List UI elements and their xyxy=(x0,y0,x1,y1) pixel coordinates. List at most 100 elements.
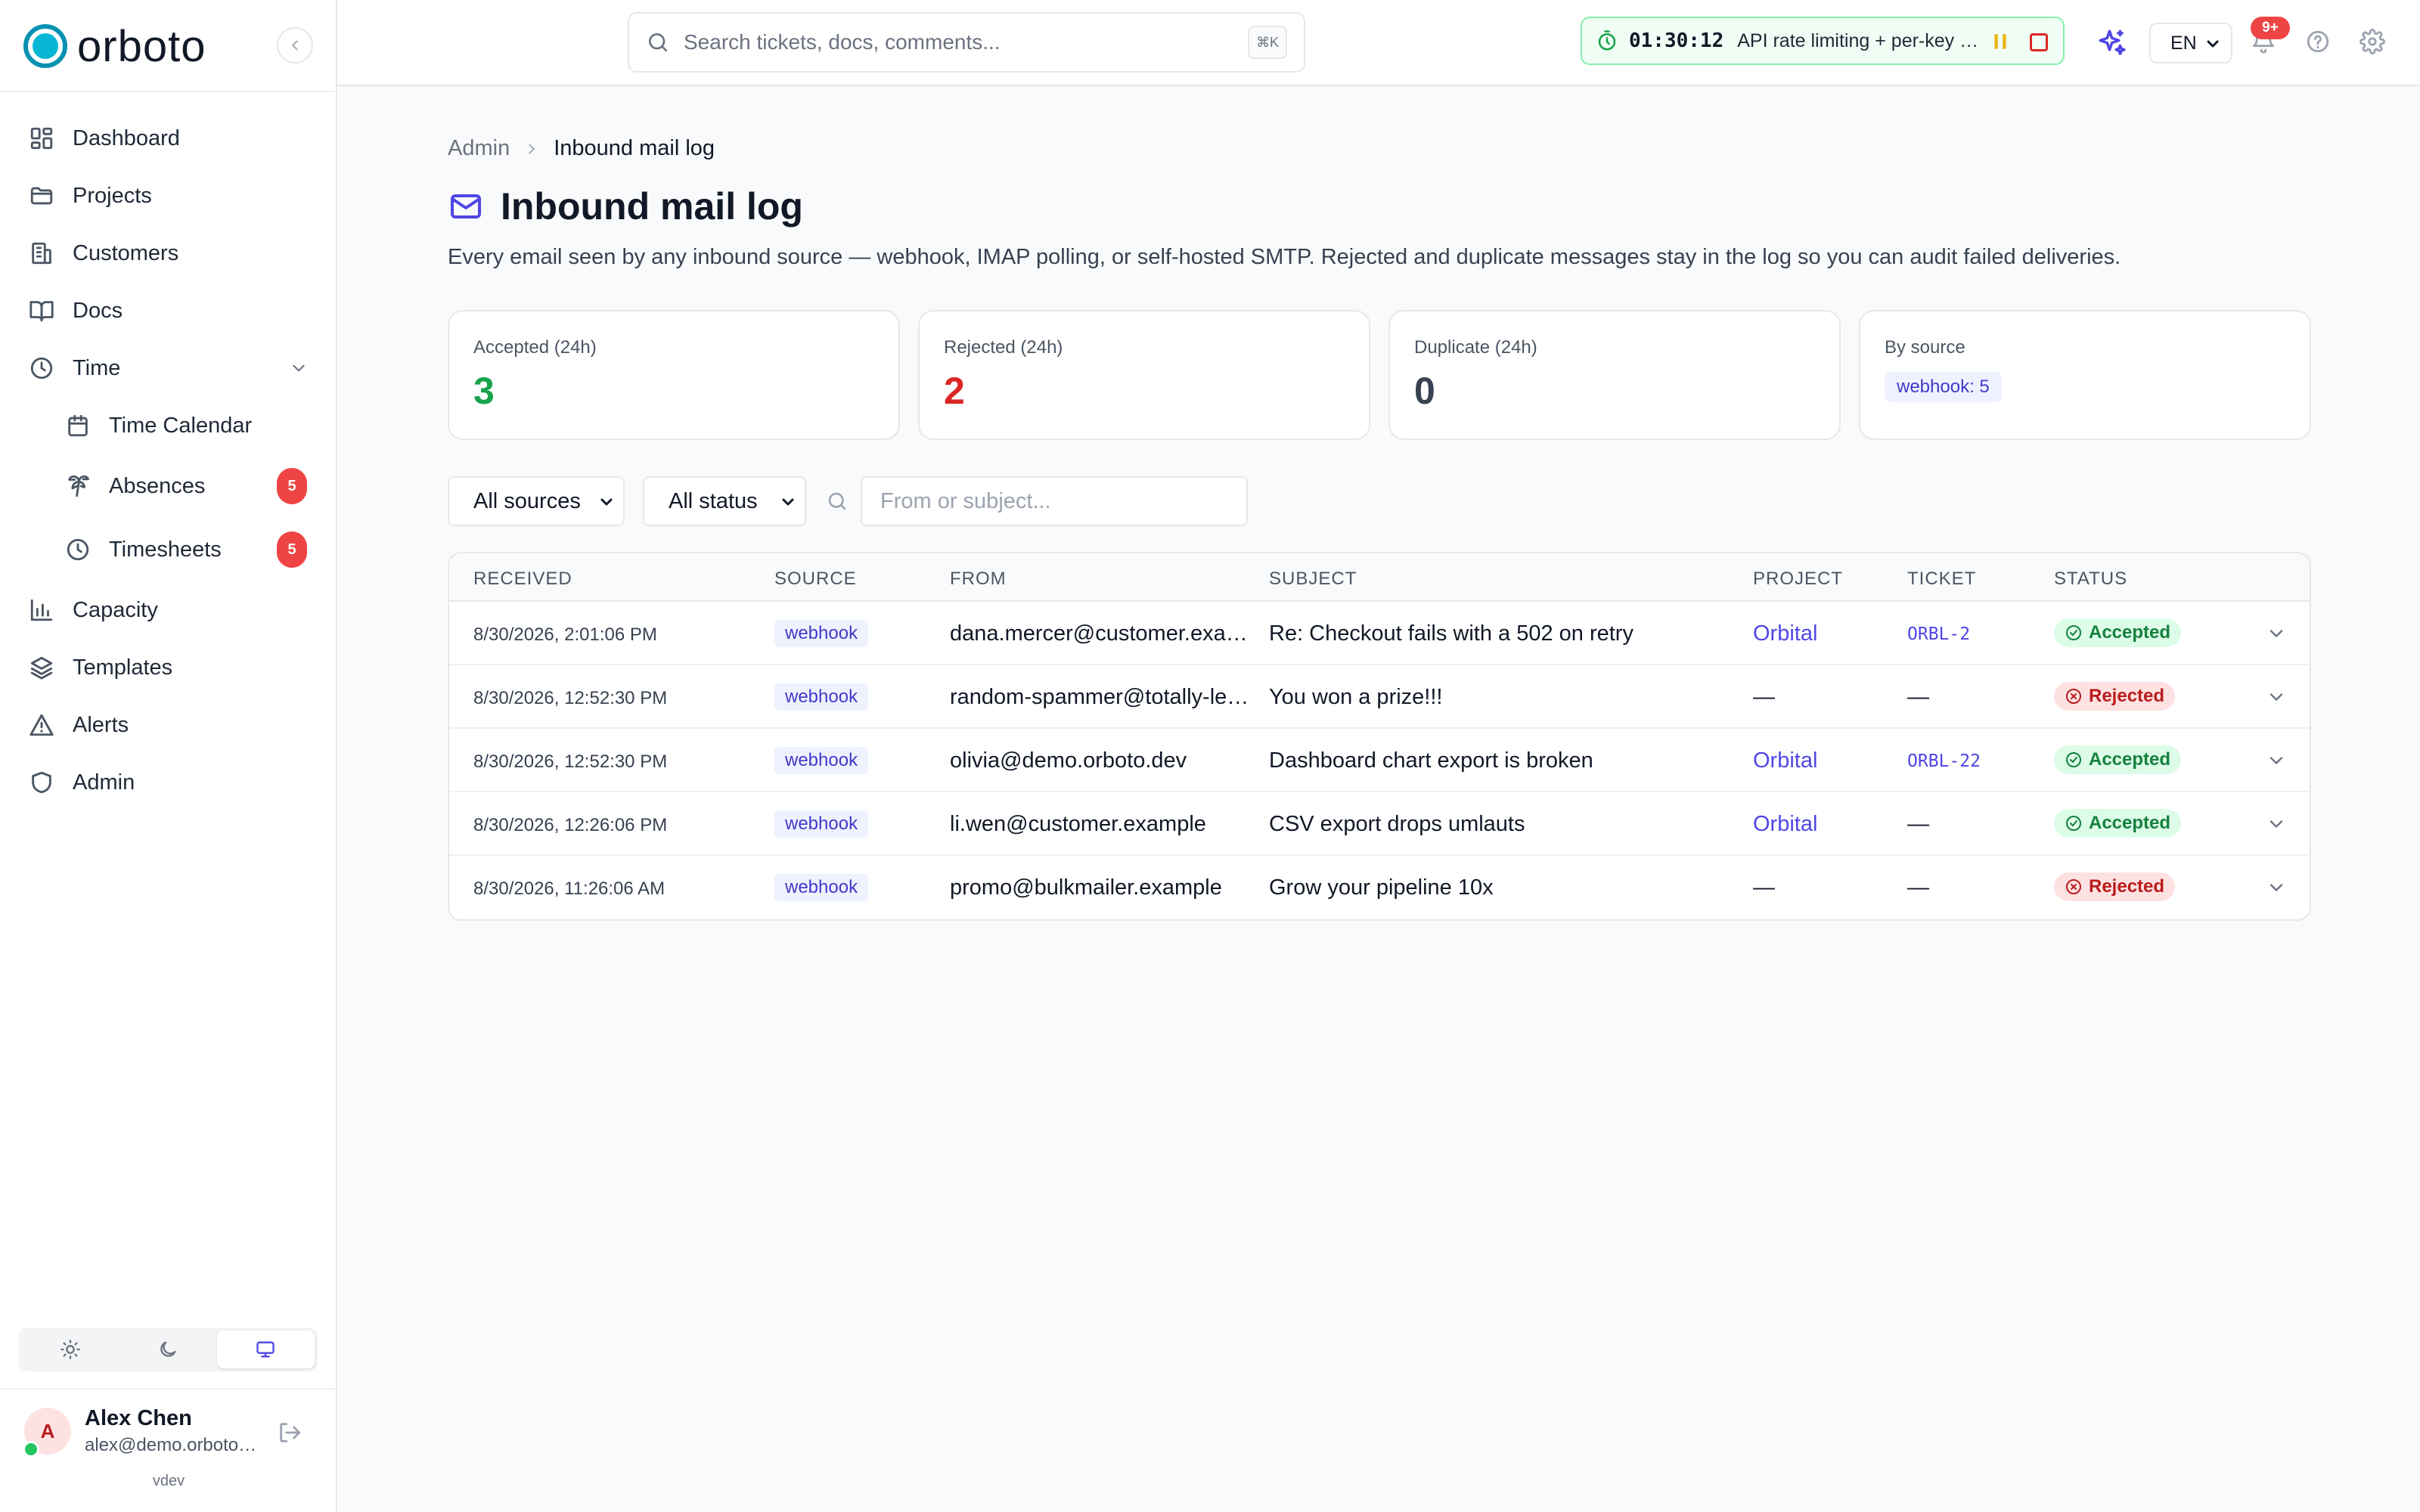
calendar-icon xyxy=(68,414,88,437)
column-header-from[interactable]: From xyxy=(950,569,1007,590)
ticket-link[interactable]: ORBL-22 xyxy=(1907,751,2036,771)
source-pill: webhook xyxy=(774,747,869,774)
theme-dark-button[interactable] xyxy=(119,1331,216,1368)
global-search-input[interactable]: Search tickets, docs, comments... ⌘K xyxy=(628,12,1305,73)
sidebar-item-customers[interactable]: Customers xyxy=(18,227,321,280)
from-subject-search-input[interactable]: From or subject... xyxy=(861,476,1248,526)
search-icon xyxy=(649,33,667,51)
search-shortcut-hint: ⌘K xyxy=(1248,26,1287,59)
sun-icon xyxy=(60,1340,80,1359)
sidebar-item-admin[interactable]: Admin xyxy=(18,756,321,809)
stop-icon[interactable] xyxy=(2030,33,2048,51)
help-circle-icon[interactable] xyxy=(2305,29,2331,54)
received-cell: 8/30/2026, 12:52:30 PM xyxy=(473,688,668,708)
source-pill: webhook xyxy=(774,620,869,647)
top-bar: Search tickets, docs, comments... ⌘K 01:… xyxy=(337,0,2420,86)
search-icon xyxy=(828,492,846,510)
sidebar-item-projects[interactable]: Projects xyxy=(18,169,321,222)
sparkles-icon[interactable] xyxy=(2096,27,2128,59)
chevron-left-icon xyxy=(292,40,298,51)
notifications-badge: 9+ xyxy=(2251,17,2290,39)
brand[interactable]: orboto xyxy=(23,21,206,71)
column-header-ticket[interactable]: Ticket xyxy=(1907,569,1976,590)
pause-icon[interactable] xyxy=(1990,32,2010,51)
sidebar-item-timesheets[interactable]: Timesheets 5 xyxy=(18,523,321,576)
sidebar-item-templates[interactable]: Templates xyxy=(18,641,321,694)
chevron-down-icon[interactable] xyxy=(2266,877,2287,898)
clock-icon xyxy=(67,538,89,561)
sidebar-item-time[interactable]: Time xyxy=(18,342,321,395)
language-value: EN xyxy=(2170,32,2197,54)
stat-label: Rejected (24h) xyxy=(944,337,1063,358)
collapse-sidebar-button[interactable] xyxy=(277,27,313,64)
project-link[interactable]: Orbital xyxy=(1753,748,1889,773)
project-link[interactable]: Orbital xyxy=(1753,621,1889,646)
project-link[interactable]: Orbital xyxy=(1753,812,1889,837)
orboto-logo-icon xyxy=(23,24,67,68)
chevron-down-icon[interactable] xyxy=(2266,750,2287,771)
bar-chart-icon xyxy=(30,599,53,621)
table-row[interactable]: 8/30/2026, 12:26:06 PM webhook li.wen@cust… xyxy=(449,792,2310,856)
table-row[interactable]: 8/30/2026, 11:26:06 AM webhook promo@bulkm… xyxy=(449,856,2310,919)
ticket-link[interactable]: ORBL-2 xyxy=(1907,624,2036,644)
search-placeholder: Search tickets, docs, comments... xyxy=(684,30,1001,54)
running-timer[interactable]: 01:30:12 API rate limiting + per-key quo… xyxy=(1581,17,2065,65)
page-description: Every email seen by any inbound source —… xyxy=(448,245,2121,269)
breadcrumb-admin-link[interactable]: Admin xyxy=(448,136,510,161)
sidebar-item-docs[interactable]: Docs xyxy=(18,284,321,337)
sidebar-item-label: Alerts xyxy=(73,712,129,737)
status-badge: Accepted xyxy=(2054,618,2182,647)
chevron-down-icon[interactable] xyxy=(2266,623,2287,644)
from-cell: li.wen@customer.example xyxy=(950,812,1206,836)
divider xyxy=(0,91,337,92)
table-row[interactable]: 8/30/2026, 2:01:06 PM webhook dana.mercer@… xyxy=(449,602,2310,665)
chevron-right-icon xyxy=(529,144,535,153)
ticket-link: — xyxy=(1907,875,1929,900)
theme-light-button[interactable] xyxy=(21,1331,119,1368)
column-header-status[interactable]: Status xyxy=(2054,569,2127,590)
brand-name: orboto xyxy=(77,21,206,71)
layers-icon xyxy=(30,656,53,680)
ticket-link: — xyxy=(1907,685,1929,709)
app-version: vdev xyxy=(152,1473,185,1489)
received-cell: 8/30/2026, 2:01:06 PM xyxy=(473,624,657,645)
table-row[interactable]: 8/30/2026, 12:52:30 PM webhook random-spam… xyxy=(449,665,2310,729)
language-select[interactable]: EN xyxy=(2149,23,2232,64)
chevron-down-icon xyxy=(293,364,305,372)
status-filter-select[interactable]: All status xyxy=(643,476,806,526)
from-cell: olivia@demo.orboto.dev xyxy=(950,748,1187,773)
stat-value: 2 xyxy=(944,370,965,412)
logout-icon[interactable] xyxy=(277,1420,302,1445)
table-row[interactable]: 8/30/2026, 12:52:30 PM webhook olivia@demo… xyxy=(449,729,2310,792)
mail-icon xyxy=(451,194,481,218)
status-label: Rejected xyxy=(2089,686,2165,706)
alert-triangle-icon xyxy=(29,714,54,736)
timer-elapsed: 01:30:12 xyxy=(1629,29,1724,52)
status-filter-value: All status xyxy=(669,488,758,513)
sidebar-item-label: Time Calendar xyxy=(109,413,253,438)
source-filter-select[interactable]: All sources xyxy=(448,476,625,526)
sidebar-item-capacity[interactable]: Capacity xyxy=(18,584,321,637)
theme-system-button[interactable] xyxy=(216,1331,315,1368)
subject-cell: You won a prize!!! xyxy=(1269,685,1443,709)
column-header-received[interactable]: Received xyxy=(473,569,572,590)
subject-cell: Grow your pipeline 10x xyxy=(1269,875,1494,900)
column-header-subject[interactable]: Subject xyxy=(1269,569,1357,590)
chevron-down-icon[interactable] xyxy=(2266,686,2287,708)
gear-icon[interactable] xyxy=(2360,29,2385,54)
sidebar-item-dashboard[interactable]: Dashboard xyxy=(18,112,321,165)
monitor-icon xyxy=(256,1341,275,1358)
breadcrumb-current: Inbound mail log xyxy=(554,136,715,160)
column-header-project[interactable]: Project xyxy=(1753,569,1843,590)
check-circle-icon xyxy=(2066,625,2081,640)
sidebar-item-absences[interactable]: Absences 5 xyxy=(18,460,321,513)
user-name: Alex Chen xyxy=(85,1406,192,1430)
source-pill: webhook xyxy=(774,874,869,901)
chevron-down-icon[interactable] xyxy=(2266,813,2287,835)
sidebar-item-label: Admin xyxy=(73,770,135,795)
chevron-down-icon xyxy=(2207,40,2219,48)
status-badge: Rejected xyxy=(2054,682,2176,711)
sidebar-item-alerts[interactable]: Alerts xyxy=(18,699,321,751)
sidebar-item-time-calendar[interactable]: Time Calendar xyxy=(18,399,321,452)
column-header-source[interactable]: Source xyxy=(774,569,857,590)
